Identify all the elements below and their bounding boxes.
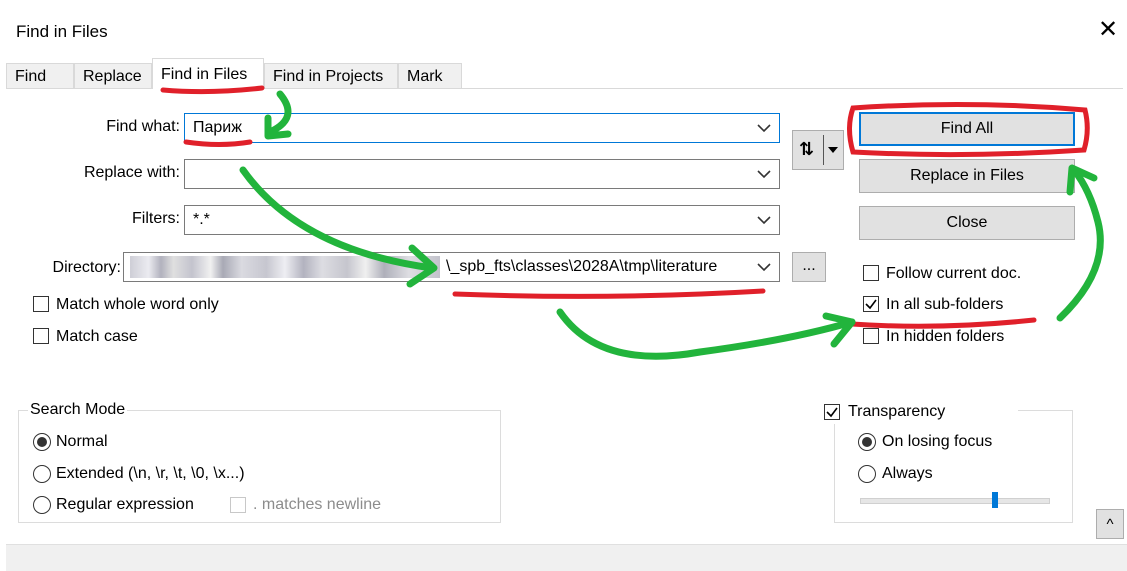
replace-with-label: Replace with:: [83, 164, 180, 181]
swap-direction-icon: ⇅: [799, 139, 815, 159]
match-whole-word-checkbox[interactable]: [33, 296, 49, 312]
transparency-label: Transparency: [848, 403, 946, 420]
matches-newline-checkbox[interactable]: [230, 497, 246, 513]
find-all-button[interactable]: Find All: [859, 112, 1075, 146]
replace-with-input[interactable]: [184, 159, 780, 189]
match-whole-word-label: Match whole word only: [56, 296, 219, 313]
normal-radio[interactable]: [33, 433, 51, 451]
always-radio[interactable]: [858, 465, 876, 483]
find-what-label: Find what:: [106, 118, 180, 135]
transparency-slider-thumb[interactable]: [992, 492, 999, 508]
collapse-button[interactable]: ^: [1096, 509, 1124, 539]
chevron-down-icon[interactable]: [755, 118, 773, 138]
in-hidden-folders-label: In hidden folders: [886, 328, 1005, 345]
follow-current-doc-checkbox[interactable]: [863, 265, 879, 281]
always-label: Always: [882, 465, 933, 482]
tab-find-in-projects[interactable]: Find in Projects: [264, 63, 398, 88]
checkmark-icon: [826, 407, 838, 418]
filters-value: *.*: [193, 211, 210, 228]
in-hidden-folders-checkbox[interactable]: [863, 328, 879, 344]
find-what-input[interactable]: Париж: [184, 113, 780, 143]
red-underline-subfolders: [849, 317, 1037, 329]
follow-current-doc-label: Follow current doc.: [886, 265, 1022, 282]
search-mode-title: Search Mode: [28, 401, 128, 419]
tab-replace[interactable]: Replace: [74, 63, 152, 88]
transparency-slider-track[interactable]: [860, 498, 1050, 504]
chevron-down-icon[interactable]: [755, 164, 773, 184]
status-bar: [6, 544, 1127, 571]
browse-button[interactable]: ...: [792, 252, 826, 282]
on-losing-focus-radio[interactable]: [858, 433, 876, 451]
normal-label: Normal: [56, 433, 108, 450]
tab-mark[interactable]: Mark: [398, 63, 462, 88]
tab-find[interactable]: Find: [6, 63, 74, 88]
split-divider: [823, 135, 824, 165]
window-title: Find in Files: [16, 22, 108, 41]
extended-radio[interactable]: [33, 465, 51, 483]
regex-radio[interactable]: [33, 496, 51, 514]
redacted-path-segment: [130, 256, 440, 278]
on-losing-focus-label: On losing focus: [882, 433, 993, 450]
triangle-down-icon: [828, 147, 838, 153]
close-icon[interactable]: ✕: [1094, 16, 1122, 44]
chevron-down-icon[interactable]: [755, 257, 773, 277]
chevron-down-icon[interactable]: [755, 210, 773, 230]
in-all-subfolders-label: In all sub-folders: [886, 296, 1004, 313]
match-case-checkbox[interactable]: [33, 328, 49, 344]
green-arrow-to-subfolders: [556, 308, 856, 360]
checkmark-icon: [865, 299, 877, 310]
directory-value: \_spb_fts\classes\2028A\tmp\literature: [446, 258, 718, 275]
directory-label: Directory:: [52, 259, 121, 276]
red-underline-directory: [452, 288, 766, 299]
extended-label: Extended (\n, \r, \t, \0, \x...): [56, 465, 245, 482]
regex-label: Regular expression: [56, 496, 194, 513]
direction-toggle-button[interactable]: ⇅: [792, 130, 844, 170]
find-what-value: Париж: [193, 119, 242, 136]
tab-find-in-files[interactable]: Find in Files: [152, 58, 264, 89]
matches-newline-label: . matches newline: [253, 496, 382, 513]
in-all-subfolders-checkbox[interactable]: [863, 296, 879, 312]
close-button[interactable]: Close: [859, 206, 1075, 240]
transparency-checkbox[interactable]: [824, 404, 840, 420]
filters-input[interactable]: *.*: [184, 205, 780, 235]
match-case-label: Match case: [56, 328, 138, 345]
replace-in-files-button[interactable]: Replace in Files: [859, 159, 1075, 193]
filters-label: Filters:: [132, 210, 180, 227]
